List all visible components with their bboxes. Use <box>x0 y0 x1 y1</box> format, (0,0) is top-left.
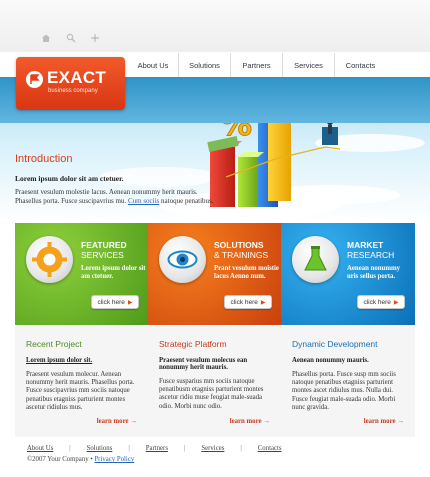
copyright: ©2007 Your Company • Privacy Policy <box>27 456 134 463</box>
panel-title: SOLUTIONS <box>214 240 264 250</box>
nav-about-us[interactable]: About Us <box>128 53 178 77</box>
logo-name: EXACT <box>47 68 107 87</box>
footer-link-about-us[interactable]: About Us <box>27 445 53 452</box>
panel-market: MARKET RESEARCH Aenean nonummy uris sell… <box>281 223 415 325</box>
market-click-here-button[interactable]: click here ▶ <box>357 295 405 309</box>
learn-more-label: learn more <box>229 418 262 425</box>
intro-body-tail: natoque penatibus. <box>161 197 214 205</box>
intro-lead: Lorem ipsum dolor sit am ctetuer. <box>15 174 124 183</box>
panel-subtitle: SERVICES <box>81 250 124 260</box>
column-dynamic-development: Dynamic Development Aenean nonummy mauri… <box>281 326 415 437</box>
column-body: Fusce susparius mm sociis natoque penati… <box>159 378 264 410</box>
footer-separator: | <box>240 445 242 452</box>
column-lead-link[interactable]: Lorem ipsum dolor sit. <box>26 357 138 364</box>
arrow-right-icon: → <box>397 418 404 425</box>
gear-icon <box>26 236 73 283</box>
footer-separator: | <box>183 445 186 452</box>
footer-link-services[interactable]: Services <box>201 445 224 452</box>
home-icon[interactable] <box>41 33 51 43</box>
logo[interactable]: EXACT business company <box>16 57 125 110</box>
footer-separator: | <box>69 445 71 452</box>
content-columns: Recent Project Lorem ipsum dolor sit. Pr… <box>15 326 415 437</box>
flag-icon <box>26 71 43 88</box>
panel-text: Prant vesulum moistie lacus Aenno num. <box>214 265 279 280</box>
footer-separator: | <box>128 445 130 452</box>
learn-more-link[interactable]: learn more → <box>230 418 270 425</box>
arrow-right-icon: → <box>130 418 137 425</box>
eye-icon <box>159 236 206 283</box>
button-label: click here <box>97 298 125 306</box>
button-label: click here <box>363 298 391 306</box>
panel-title: MARKET <box>347 240 384 250</box>
intro-link[interactable]: Cum sociis <box>128 197 159 205</box>
panel-text: Lorem ipsum dolor sit am ctetuer. <box>81 265 146 280</box>
main-nav: About Us Solutions Partners Services Con… <box>128 53 430 77</box>
column-lead: Praesent vesulum molecus ean nonummy her… <box>159 357 248 371</box>
feature-panels: FEATURED SERVICES Lorem ipsum dolor sit … <box>15 223 415 325</box>
column-title: Recent Project <box>26 339 82 349</box>
column-title: Dynamic Development <box>292 339 378 349</box>
column-body: Phasellus porta. Fusce susp mm sociis na… <box>292 371 396 411</box>
nav-solutions[interactable]: Solutions <box>178 53 230 77</box>
column-body: Praesent vesulum molecur. Aenean nonummy… <box>26 371 135 411</box>
footer-nav: About Us | Solutions | Partners | Servic… <box>27 445 282 452</box>
panel-title: FEATURED <box>81 240 127 250</box>
intro-title: Introduction <box>15 153 73 165</box>
panel-text: Aenean nonummy uris sellus porta. <box>347 265 401 280</box>
learn-more-link[interactable]: learn more → <box>364 418 404 425</box>
learn-more-label: learn more <box>96 418 129 425</box>
learn-more-label: learn more <box>363 418 396 425</box>
top-bar <box>0 0 430 52</box>
arrow-right-icon: ▶ <box>393 299 399 306</box>
footer-link-partners[interactable]: Partners <box>146 445 168 452</box>
solutions-click-here-button[interactable]: click here ▶ <box>224 295 272 309</box>
button-label: click here <box>230 298 258 306</box>
arrow-right-icon: ▶ <box>127 299 133 306</box>
learn-more-link[interactable]: learn more → <box>97 418 137 425</box>
logo-tagline: business company <box>48 88 98 94</box>
featured-click-here-button[interactable]: click here ▶ <box>91 295 139 309</box>
sitemap-icon[interactable] <box>90 33 100 43</box>
flask-icon <box>292 236 339 283</box>
column-strategic-platform: Strategic Platform Praesent vesulum mole… <box>148 326 281 437</box>
nav-services[interactable]: Services <box>282 53 334 77</box>
copyright-text: ©2007 Your Company • <box>27 456 93 463</box>
intro-body: Praesent vesulum molestie lacus. Aenean … <box>15 188 215 206</box>
nav-partners[interactable]: Partners <box>230 53 282 77</box>
search-icon[interactable] <box>66 33 76 43</box>
footer-link-contacts[interactable]: Contacts <box>258 445 282 452</box>
column-title: Strategic Platform <box>159 339 227 349</box>
panel-featured: FEATURED SERVICES Lorem ipsum dolor sit … <box>15 223 148 325</box>
arrow-right-icon: → <box>263 418 270 425</box>
privacy-policy-link[interactable]: Privacy Policy <box>94 456 134 463</box>
panel-solutions: SOLUTIONS & TRAININGS Prant vesulum mois… <box>148 223 281 325</box>
panel-subtitle: RESEARCH <box>347 250 395 260</box>
footer-link-solutions[interactable]: Solutions <box>87 445 113 452</box>
nav-contacts[interactable]: Contacts <box>334 53 386 77</box>
arrow-right-icon: ▶ <box>260 299 266 306</box>
column-lead: Aenean nonummy mauris. <box>292 357 369 364</box>
column-recent-project: Recent Project Lorem ipsum dolor sit. Pr… <box>15 326 148 437</box>
panel-subtitle: & TRAININGS <box>214 250 269 260</box>
